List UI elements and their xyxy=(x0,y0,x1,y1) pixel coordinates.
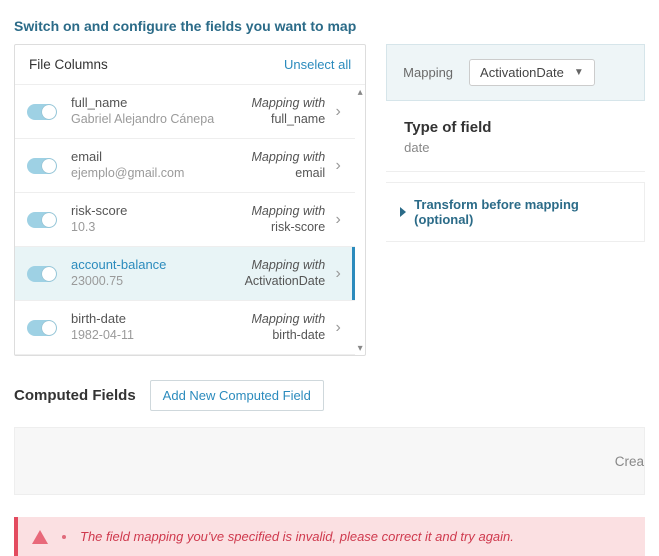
column-name: birth-date xyxy=(71,311,252,327)
column-sample: Gabriel Alejandro Cánepa xyxy=(71,111,252,129)
type-of-field-value: date xyxy=(404,140,627,155)
toggle-switch[interactable] xyxy=(27,212,57,228)
unselect-all-link[interactable]: Unselect all xyxy=(284,57,351,72)
column-name: full_name xyxy=(71,95,252,111)
type-of-field-box: Type of field date xyxy=(386,101,645,172)
column-mapping-summary: Mapping with ActivationDate xyxy=(245,258,326,289)
column-sample: 23000.75 xyxy=(71,273,245,291)
file-columns-title: File Columns xyxy=(29,57,108,72)
file-column-row[interactable]: email ejemplo@gmail.com Mapping with ema… xyxy=(15,139,355,193)
column-sample: 1982-04-11 xyxy=(71,327,252,345)
computed-empty-hint: Crea xyxy=(615,454,644,469)
file-columns-header: File Columns Unselect all xyxy=(15,45,365,85)
mapping-config-row: File Columns Unselect all full_name Gabr… xyxy=(0,44,659,356)
chevron-right-icon[interactable]: › xyxy=(331,157,345,175)
bullet-icon xyxy=(62,535,66,539)
mapping-label: Mapping xyxy=(403,65,453,80)
file-column-row[interactable]: account-balance 23000.75 Mapping with Ac… xyxy=(15,247,355,301)
column-mapping-summary: Mapping with full_name xyxy=(252,96,326,127)
computed-fields-empty: Crea xyxy=(14,427,645,495)
column-name: risk-score xyxy=(71,203,252,219)
chevron-right-icon[interactable]: › xyxy=(331,211,345,229)
toggle-switch[interactable] xyxy=(27,320,57,336)
mapping-details-panel: Mapping ActivationDate ▼ Type of field d… xyxy=(386,44,645,242)
chevron-right-icon[interactable]: › xyxy=(331,103,345,121)
error-banner: The field mapping you've specified is in… xyxy=(14,517,645,556)
column-mapping-summary: Mapping with birth-date xyxy=(252,312,326,343)
chevron-right-icon[interactable]: › xyxy=(331,319,345,337)
chevron-right-icon[interactable]: › xyxy=(331,265,345,283)
mapping-target-select[interactable]: ActivationDate ▼ xyxy=(469,59,595,86)
file-column-row[interactable]: risk-score 10.3 Mapping with risk-score … xyxy=(15,193,355,247)
file-columns-panel: File Columns Unselect all full_name Gabr… xyxy=(14,44,366,356)
caret-down-icon: ▼ xyxy=(574,67,584,78)
file-column-row[interactable]: birth-date 1982-04-11 Mapping with birth… xyxy=(15,301,355,355)
scroll-down-icon[interactable] xyxy=(355,341,365,355)
file-columns-scroll[interactable]: full_name Gabriel Alejandro Cánepa Mappi… xyxy=(15,85,365,355)
column-name: account-balance xyxy=(71,257,245,273)
column-sample: ejemplo@gmail.com xyxy=(71,165,252,183)
column-mapping-summary: Mapping with risk-score xyxy=(252,204,326,235)
warning-icon xyxy=(32,530,48,544)
triangle-right-icon xyxy=(400,207,406,217)
page-title: Switch on and configure the fields you w… xyxy=(0,0,659,44)
toggle-switch[interactable] xyxy=(27,266,57,282)
transform-toggle[interactable]: Transform before mapping (optional) xyxy=(386,182,645,242)
column-name: email xyxy=(71,149,252,165)
computed-fields-header: Computed Fields Add New Computed Field xyxy=(0,356,659,421)
mapping-selector-box: Mapping ActivationDate ▼ xyxy=(386,44,645,101)
column-mapping-summary: Mapping with email xyxy=(252,150,326,181)
toggle-switch[interactable] xyxy=(27,104,57,120)
column-sample: 10.3 xyxy=(71,219,252,237)
toggle-switch[interactable] xyxy=(27,158,57,174)
computed-fields-title: Computed Fields xyxy=(14,387,136,404)
error-message: The field mapping you've specified is in… xyxy=(80,529,514,544)
file-column-row[interactable]: full_name Gabriel Alejandro Cánepa Mappi… xyxy=(15,85,355,139)
scroll-up-icon[interactable] xyxy=(355,85,365,99)
type-of-field-heading: Type of field xyxy=(404,119,627,136)
mapping-target-value: ActivationDate xyxy=(480,65,564,80)
add-computed-field-button[interactable]: Add New Computed Field xyxy=(150,380,324,411)
transform-label: Transform before mapping (optional) xyxy=(414,197,630,227)
